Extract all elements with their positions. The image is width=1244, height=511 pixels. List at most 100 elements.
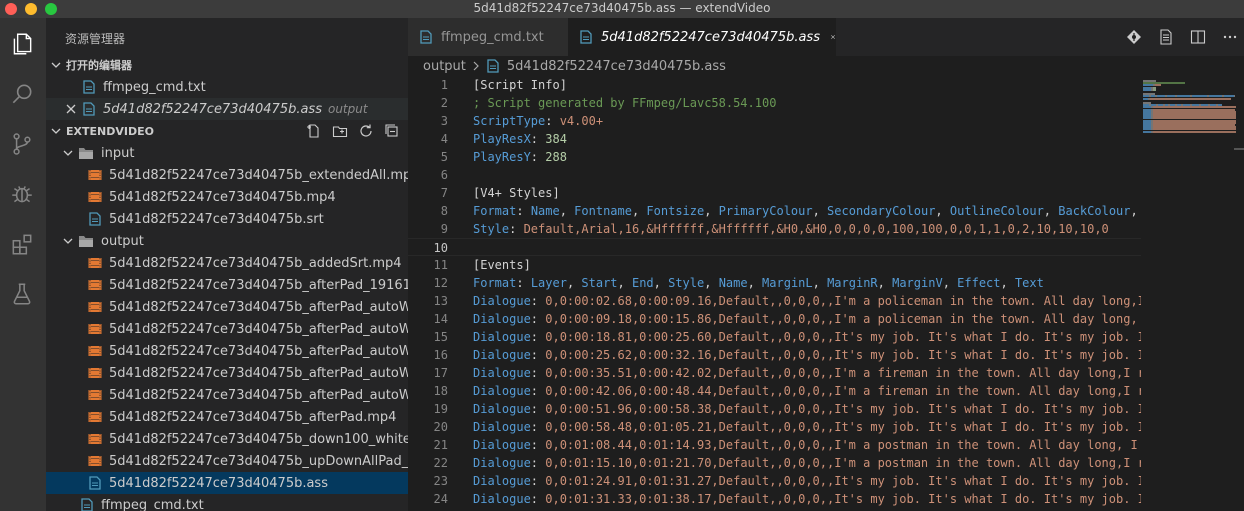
tree-file[interactable]: 5d41d82f52247ce73d40475b_afterPad.mp4 — [46, 406, 408, 428]
tree-file[interactable]: 5d41d82f52247ce73d40475b_afterPad_autoWi… — [46, 362, 408, 384]
code-text: Dialogue: 0,0:00:02.68,0:00:09.16,Defaul… — [448, 292, 1141, 310]
code-token: : — [530, 312, 546, 326]
code-token: , — [617, 276, 632, 290]
code-line[interactable]: 16 Dialogue: 0,0:00:25.62,0:00:32.16,Defa… — [408, 346, 1141, 364]
debug-icon[interactable] — [8, 180, 36, 208]
git-compare-icon[interactable] — [1126, 29, 1142, 45]
minimap[interactable] — [1141, 76, 1244, 511]
code-text: Dialogue: 0,0:01:31.33,0:01:38.17,Defaul… — [448, 490, 1141, 508]
scrollbar-thumb[interactable] — [1234, 148, 1244, 150]
code-line[interactable]: 20 Dialogue: 0,0:00:58.48,0:01:05.21,Defa… — [408, 418, 1141, 436]
code-text: [Events] — [448, 256, 531, 274]
tree-folder[interactable]: input — [46, 142, 408, 164]
code-line[interactable]: 14 Dialogue: 0,0:00:09.18,0:00:15.86,Defa… — [408, 310, 1141, 328]
close-icon[interactable] — [66, 104, 76, 114]
open-editor-item[interactable]: 5d41d82f52247ce73d40475b.ass output — [46, 98, 408, 120]
tree-file[interactable]: 5d41d82f52247ce73d40475b_upDownAllPad_..… — [46, 450, 408, 472]
split-editor-icon[interactable] — [1190, 29, 1206, 45]
tree-file[interactable]: 5d41d82f52247ce73d40475b.mp4 — [46, 186, 408, 208]
tree-file[interactable]: 5d41d82f52247ce73d40475b_afterPad_autoW.… — [46, 318, 408, 340]
search-icon[interactable] — [8, 80, 36, 108]
tree-folder[interactable]: output — [46, 230, 408, 252]
close-icon[interactable] — [830, 30, 836, 44]
line-number: 2 — [440, 96, 448, 110]
collapse-all-icon[interactable] — [384, 123, 400, 139]
testing-icon[interactable] — [8, 280, 36, 308]
tree-item-label: 5d41d82f52247ce73d40475b.srt — [109, 211, 324, 227]
code-line[interactable]: 23 Dialogue: 0,0:01:24.91,0:01:31.27,Defa… — [408, 472, 1141, 490]
tree-file[interactable]: 5d41d82f52247ce73d40475b_afterPad_autoW.… — [46, 296, 408, 318]
tab-ffmpeg-cmd[interactable]: ffmpeg_cmd.txt — [408, 18, 568, 56]
code-token: Dialogue — [473, 312, 531, 326]
code-line[interactable]: 19 Dialogue: 0,0:00:51.96,0:00:58.38,Defa… — [408, 400, 1141, 418]
code-line[interactable]: 1 [Script Info] — [408, 76, 1141, 94]
code-token: Dialogue — [473, 366, 531, 380]
code-token: Dialogue — [473, 438, 531, 452]
file-icon — [89, 476, 101, 490]
workspace-header[interactable]: EXTENDVIDEO — [46, 120, 408, 142]
code-token: Dialogue — [473, 474, 531, 488]
line-number: 15 — [433, 330, 448, 344]
tree-file[interactable]: 5d41d82f52247ce73d40475b_afterPad_191610… — [46, 274, 408, 296]
more-actions-icon[interactable] — [1222, 29, 1238, 45]
code-token: , — [566, 276, 582, 290]
code-editor[interactable]: 1 [Script Info] 2 ; Script generated by FFm… — [408, 76, 1141, 511]
tab-label: 5d41d82f52247ce73d40475b.ass — [601, 29, 820, 45]
open-editor-item[interactable]: ffmpeg_cmd.txt — [46, 76, 408, 98]
tree-file[interactable]: 5d41d82f52247ce73d40475b_down100_white..… — [46, 428, 408, 450]
open-preview-icon[interactable] — [1158, 29, 1174, 45]
tab-ass-file[interactable]: 5d41d82f52247ce73d40475b.ass — [568, 18, 836, 56]
code-token: , — [1000, 276, 1015, 290]
line-number: 16 — [433, 348, 448, 362]
code-line[interactable]: 13 Dialogue: 0,0:00:02.68,0:00:09.16,Defa… — [408, 292, 1141, 310]
chevron-right-icon — [473, 61, 479, 71]
code-text: Dialogue: 0,0:00:51.96,0:00:58.38,Defaul… — [448, 400, 1141, 418]
open-editors-header[interactable]: 打开的编辑器 — [46, 54, 408, 76]
code-line[interactable]: 5 PlayResY: 288 — [408, 148, 1141, 166]
explorer-icon[interactable] — [8, 30, 36, 58]
code-line[interactable]: 2 ; Script generated by FFmpeg/Lavc58.54.… — [408, 94, 1141, 112]
code-token: Style — [473, 222, 510, 236]
code-line[interactable]: 17 Dialogue: 0,0:00:35.51,0:00:42.02,Defa… — [408, 364, 1141, 382]
tree-file[interactable]: 5d41d82f52247ce73d40475b.srt — [46, 208, 408, 230]
code-line[interactable]: 12 Format: Layer, Start, End, Style, Name… — [408, 274, 1141, 292]
tree-file[interactable]: 5d41d82f52247ce73d40475b_afterPad_autoWi… — [46, 384, 408, 406]
new-file-icon[interactable] — [306, 123, 322, 139]
code-token: Format — [473, 276, 517, 290]
code-token: , — [1130, 204, 1138, 218]
breadcrumb-folder[interactable]: output — [423, 59, 466, 74]
breadcrumb-file[interactable]: 5d41d82f52247ce73d40475b.ass — [507, 59, 726, 74]
source-control-icon[interactable] — [8, 130, 36, 158]
code-text: [V4+ Styles] — [448, 184, 560, 202]
open-editor-label: 5d41d82f52247ce73d40475b.ass — [103, 101, 322, 117]
code-line[interactable]: 4 PlayResX: 384 — [408, 130, 1141, 148]
code-line[interactable]: 21 Dialogue: 0,0:01:08.44,0:01:14.93,Defa… — [408, 436, 1141, 454]
code-line[interactable]: 22 Dialogue: 0,0:01:15.10,0:01:21.70,Defa… — [408, 454, 1141, 472]
code-line[interactable]: 11 [Events] — [408, 256, 1141, 274]
code-line[interactable]: 7 [V4+ Styles] — [408, 184, 1141, 202]
line-number: 14 — [433, 312, 448, 326]
line-number: 19 — [433, 402, 448, 416]
tree-item-label: 5d41d82f52247ce73d40475b_afterPad.mp4 — [109, 409, 397, 425]
new-folder-icon[interactable] — [332, 123, 348, 139]
code-line[interactable]: 8 Format: Name, Fontname, Fontsize, Prima… — [408, 202, 1141, 220]
code-line[interactable]: 9 Style: Default,Arial,16,&Hffffff,&Hffff… — [408, 220, 1141, 238]
tree-file[interactable]: 5d41d82f52247ce73d40475b.ass — [46, 472, 408, 494]
code-line[interactable]: 3 ScriptType: v4.00+ — [408, 112, 1141, 130]
code-line[interactable]: 24 Dialogue: 0,0:01:31.33,0:01:38.17,Defa… — [408, 490, 1141, 508]
refresh-icon[interactable] — [358, 123, 374, 139]
tree-file[interactable]: 5d41d82f52247ce73d40475b_afterPad_autoWi… — [46, 340, 408, 362]
code-line[interactable]: 6 — [408, 166, 1141, 184]
code-line[interactable]: 18 Dialogue: 0,0:00:42.06,0:00:48.44,Defa… — [408, 382, 1141, 400]
code-line[interactable]: 15 Dialogue: 0,0:00:18.81,0:00:25.60,Defa… — [408, 328, 1141, 346]
code-text: Format: Name, Fontname, Fontsize, Primar… — [448, 202, 1138, 220]
code-line[interactable]: 10 — [408, 238, 1141, 256]
code-token: Dialogue — [473, 384, 531, 398]
tree-file[interactable]: 5d41d82f52247ce73d40475b_addedSrt.mp4 — [46, 252, 408, 274]
tree-file[interactable]: 5d41d82f52247ce73d40475b_extendedAll.mp4 — [46, 164, 408, 186]
video-file-icon — [88, 192, 102, 202]
extensions-icon[interactable] — [8, 230, 36, 258]
code-token: MarginV — [892, 276, 943, 290]
code-token: 0,0:00:35.51,0:00:42.02,Default,,0,0,0,,… — [545, 366, 1141, 380]
tree-file[interactable]: ffmpeg_cmd.txt — [46, 494, 408, 511]
